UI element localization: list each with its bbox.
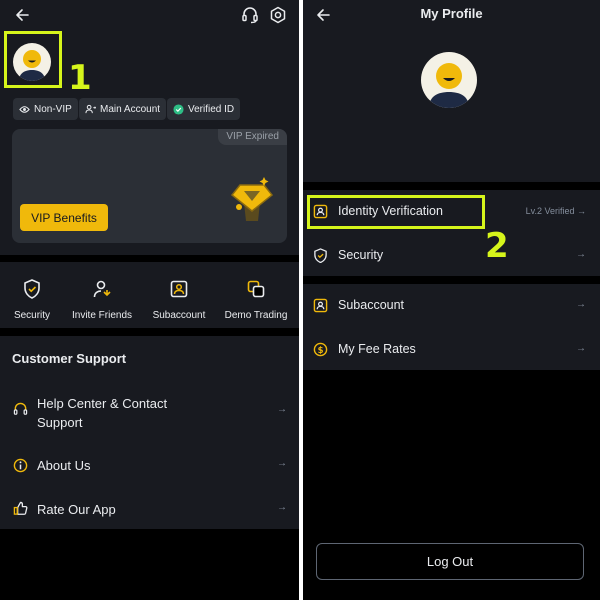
user-switch-icon	[85, 104, 96, 113]
main-account-chip[interactable]: Main Account	[79, 98, 167, 120]
demo-trading-icon	[247, 280, 265, 298]
annotation-box-1	[4, 31, 62, 88]
quick-action-label: Demo Trading	[224, 310, 288, 321]
help-center-label-line1: Help Center & Contact	[37, 396, 168, 411]
shield-icon	[314, 248, 327, 263]
headset-icon[interactable]	[240, 5, 260, 25]
thumbs-up-icon	[13, 501, 27, 515]
left-screen: 1 Non-VIP Main Account Verified ID VIP E…	[0, 0, 299, 600]
chevron-right-icon: →	[277, 404, 287, 415]
page-title: My Profile	[420, 6, 483, 21]
subaccount-label: Subaccount	[338, 298, 405, 312]
my-fee-rates-row[interactable]: $ My Fee Rates →	[303, 328, 600, 372]
chevron-right-icon: →	[576, 299, 586, 310]
vip-benefits-button[interactable]: VIP Benefits	[20, 204, 108, 231]
chevron-right-icon: →	[277, 502, 287, 513]
invite-user-icon	[93, 280, 111, 298]
dollar-coin-icon: $	[313, 342, 328, 357]
my-fee-rates-label: My Fee Rates	[338, 342, 416, 356]
subaccount-row[interactable]: Subaccount →	[303, 284, 600, 328]
rate-our-app-row[interactable]: Rate Our App →	[0, 498, 299, 520]
chevron-right-icon: →	[576, 343, 586, 354]
verified-check-icon	[173, 103, 184, 115]
about-us-row[interactable]: About Us →	[0, 454, 299, 476]
log-out-button[interactable]: Log Out	[316, 543, 584, 580]
right-screen: My Profile Identity Verification Lv.2 Ve…	[303, 0, 600, 600]
rate-our-app-label: Rate Our App	[37, 502, 116, 517]
main-account-label: Main Account	[100, 103, 161, 115]
profile-avatar[interactable]	[421, 52, 477, 108]
quick-action-invite-friends[interactable]: Invite Friends	[63, 278, 141, 321]
quick-action-label: Security	[13, 310, 51, 321]
customer-support-title: Customer Support	[12, 351, 127, 366]
shield-icon	[24, 279, 40, 299]
annotation-box-2	[307, 195, 485, 229]
help-center-label-line2: Support	[37, 415, 83, 430]
quick-action-label: Invite Friends	[71, 310, 133, 321]
identity-verification-status: Lv.2 Verified →	[525, 206, 586, 216]
quick-action-subaccount[interactable]: Subaccount	[141, 278, 217, 321]
quick-action-security[interactable]: Security	[0, 278, 70, 321]
quick-action-label: Subaccount	[152, 310, 206, 321]
about-us-label: About Us	[37, 458, 91, 473]
gear-icon[interactable]	[268, 5, 288, 25]
security-row[interactable]: Security →	[303, 234, 600, 278]
info-icon	[13, 458, 27, 472]
vip-diamond-badge-icon	[230, 177, 274, 221]
verified-id-chip[interactable]: Verified ID	[167, 98, 241, 120]
security-label: Security	[338, 248, 384, 262]
verified-id-label: Verified ID	[188, 103, 235, 115]
help-center-row[interactable]: Help Center & Contact Support →	[0, 392, 299, 434]
chevron-right-icon: →	[277, 458, 287, 469]
vip-card[interactable]: VIP Expired VIP Benefits	[12, 129, 287, 243]
non-vip-label: Non-VIP	[34, 103, 72, 115]
id-card-icon	[170, 280, 188, 298]
svg-text:$: $	[318, 345, 324, 355]
vip-expired-badge: VIP Expired	[218, 129, 287, 145]
chevron-right-icon: →	[576, 249, 586, 260]
non-vip-chip[interactable]: Non-VIP	[13, 98, 78, 120]
avatar-face-icon	[429, 63, 469, 108]
annotation-number-1: 1	[68, 58, 92, 98]
id-card-icon	[313, 298, 328, 313]
quick-action-demo-trading[interactable]: Demo Trading	[218, 278, 294, 321]
back-arrow-icon[interactable]	[12, 5, 32, 25]
eye-vip-icon	[19, 105, 30, 113]
headset-icon	[13, 402, 27, 415]
